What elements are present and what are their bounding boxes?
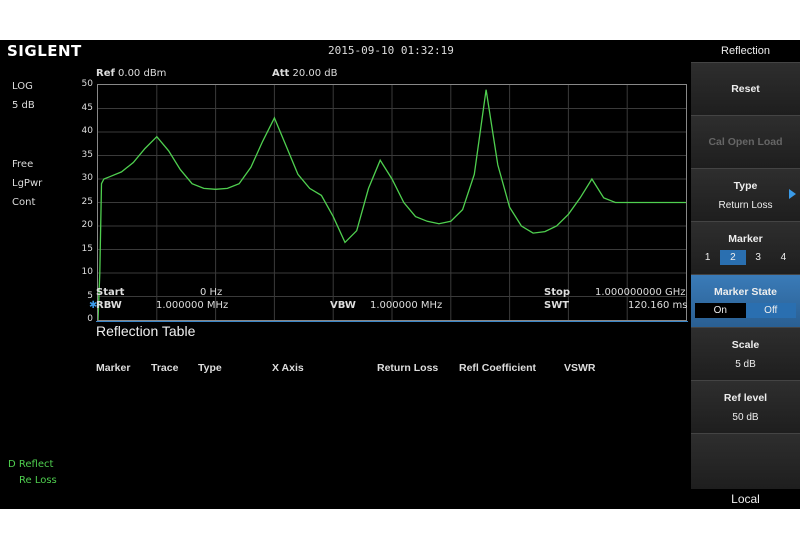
- type-label: Type: [733, 180, 758, 192]
- marker-button[interactable]: Marker 1 2 3 4: [691, 221, 800, 274]
- col-type: Type: [198, 362, 222, 374]
- trace-svg: [97, 85, 686, 321]
- menu-title: Reflection: [691, 40, 800, 62]
- trigger-mode: Free: [12, 159, 34, 170]
- scale-button[interactable]: Scale 5 dB: [691, 327, 800, 380]
- swt-value: 120.160 ms: [628, 300, 688, 311]
- swt-label: SWT: [544, 300, 570, 311]
- softkey-menu: Reflection Reset Cal Open Load Type Retu…: [691, 40, 800, 509]
- y-tick-label: 30: [81, 173, 93, 183]
- start-label: Start: [96, 287, 125, 298]
- reflection-table-title: Reflection Table: [96, 323, 196, 339]
- att-value: 20.00 dB: [292, 68, 338, 79]
- trace-plot[interactable]: [97, 84, 687, 321]
- col-vswr: VSWR: [564, 362, 596, 374]
- ref-readout: Ref 0.00 dBm: [96, 68, 166, 79]
- stop-value: 1.000000000 GHz: [595, 287, 686, 298]
- ref-value: 0.00 dBm: [118, 68, 167, 79]
- reset-label: Reset: [731, 83, 760, 95]
- reset-button[interactable]: Reset: [691, 62, 800, 115]
- marker-state-on[interactable]: On: [695, 303, 746, 318]
- marker-state-label: Marker State: [713, 286, 778, 298]
- marker-option-2[interactable]: 2: [720, 250, 746, 265]
- scale-value: 5 dB: [735, 359, 756, 370]
- marker-option-4[interactable]: 4: [771, 250, 796, 265]
- marker-label: Marker: [728, 233, 763, 245]
- analyzer-screen: SIGLENT 2015-09-10 01:32:19 LOG 5 dB Fre…: [0, 40, 800, 509]
- ref-level-button[interactable]: Ref level 50 dB: [691, 380, 800, 433]
- trace-label-reloss: Re Loss: [19, 475, 57, 486]
- y-tick-label: 20: [81, 220, 93, 230]
- y-tick-label: 25: [81, 196, 93, 207]
- table-divider: [96, 321, 688, 322]
- detector-mode: LgPwr: [12, 178, 43, 189]
- col-trace: Trace: [151, 362, 179, 374]
- col-marker: Marker: [96, 362, 131, 374]
- y-tick-label: 10: [81, 267, 93, 277]
- stop-readout: Stop: [544, 287, 570, 298]
- type-value: Return Loss: [718, 200, 773, 211]
- marker-state-toggle: On Off: [695, 303, 796, 318]
- marker-option-1[interactable]: 1: [695, 250, 720, 265]
- ref-level-label: Ref level: [723, 392, 768, 404]
- marker-option-3[interactable]: 3: [746, 250, 771, 265]
- y-tick-label: 5: [87, 290, 93, 301]
- start-readout: Start: [96, 287, 124, 298]
- rbw-value: 1.000000 MHz: [156, 300, 229, 311]
- local-indicator[interactable]: Local: [691, 489, 800, 509]
- y-tick-label: 45: [81, 102, 93, 113]
- vbw-value: 1.000000 MHz: [370, 300, 443, 311]
- scale-div: 5 dB: [12, 100, 35, 111]
- scale-type: LOG: [12, 81, 33, 92]
- ref-level-value: 50 dB: [732, 412, 759, 423]
- vbw-label: VBW: [330, 300, 356, 311]
- empty-softkey[interactable]: [691, 433, 800, 489]
- col-refl-coefficient: Refl Coefficient: [459, 362, 537, 374]
- stop-label: Stop: [544, 287, 571, 298]
- y-tick-label: 15: [81, 243, 93, 254]
- y-tick-label: 40: [81, 126, 93, 136]
- start-value: 0 Hz: [200, 287, 223, 298]
- cal-open-load-button[interactable]: Cal Open Load: [691, 115, 800, 168]
- sweep-mode: Cont: [12, 197, 36, 208]
- y-tick-label: 0: [87, 314, 93, 324]
- submenu-arrow-icon: [789, 189, 796, 199]
- swt-readout: SWT: [544, 300, 569, 311]
- col-x-axis: X Axis: [272, 362, 304, 374]
- marker-selector: 1 2 3 4: [695, 250, 796, 265]
- grid: [98, 85, 686, 320]
- att-label: Att: [272, 68, 290, 79]
- att-readout: Att 20.00 dB: [272, 68, 338, 79]
- brand-logo: SIGLENT: [7, 42, 82, 60]
- type-button[interactable]: Type Return Loss: [691, 168, 800, 221]
- ref-label: Ref: [96, 68, 115, 79]
- scale-label: Scale: [731, 339, 760, 351]
- top-bar: SIGLENT 2015-09-10 01:32:19: [0, 40, 690, 62]
- marker-state-off[interactable]: Off: [745, 303, 796, 318]
- trace-label-reflect: D Reflect: [8, 459, 54, 470]
- rbw-readout: RBW: [96, 300, 122, 311]
- col-return-loss: Return Loss: [377, 362, 439, 374]
- marker-state-button[interactable]: Marker State On Off: [691, 274, 800, 327]
- vbw-readout: VBW: [330, 300, 356, 311]
- rbw-label: RBW: [96, 300, 122, 311]
- y-tick-label: 35: [81, 149, 93, 160]
- datetime: 2015-09-10 01:32:19: [328, 44, 454, 57]
- cal-open-load-label: Cal Open Load: [708, 136, 783, 148]
- y-tick-label: 50: [81, 79, 93, 89]
